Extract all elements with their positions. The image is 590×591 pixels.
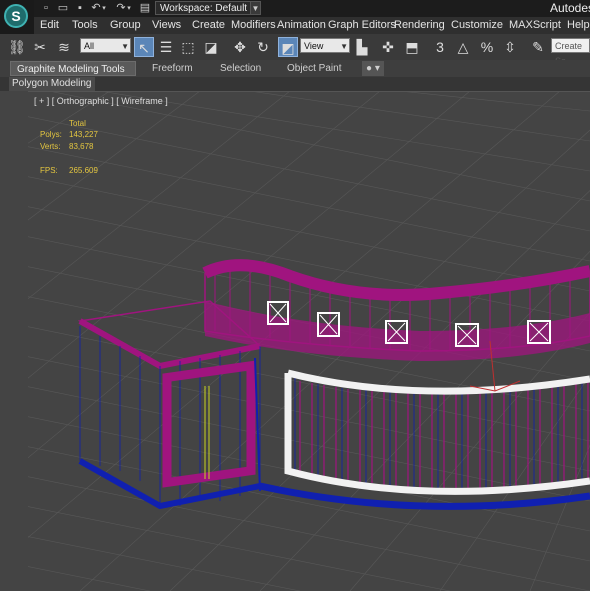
reference-coordinate-value: View — [304, 41, 324, 51]
menu-maxscript[interactable]: MAXScript — [509, 19, 561, 31]
graphite-ribbon: Graphite Modeling Tools Freeform Selecti… — [0, 60, 590, 77]
move-icon[interactable]: ✥ — [230, 37, 250, 57]
viewport-label[interactable]: [ + ] [ Orthographic ] [ Wireframe ] — [34, 96, 168, 106]
app-logo-button[interactable]: S — [0, 0, 34, 34]
save-icon[interactable]: ▪ — [72, 1, 88, 16]
verts-value: 83,678 — [69, 142, 94, 151]
bind-space-warp-icon[interactable]: ≋ — [54, 37, 74, 57]
polygon-modeling-panel[interactable]: Polygon Modeling — [9, 77, 95, 91]
verts-label: Verts: — [40, 142, 61, 151]
project-folder-icon[interactable]: ▤ — [137, 1, 153, 16]
redo-dropdown-icon[interactable]: ▾ — [125, 1, 133, 16]
reception-desk-model — [77, 259, 590, 510]
edit-named-selection-icon[interactable]: ✎ — [528, 37, 548, 57]
menu-create[interactable]: Create — [192, 19, 225, 31]
pivot-center-icon[interactable]: ▙ — [352, 37, 372, 57]
fps-label: FPS: — [40, 166, 58, 175]
link-icon[interactable]: ⛓ — [7, 37, 27, 57]
select-object-icon[interactable]: ↖ — [134, 37, 154, 57]
menu-graph-editors[interactable]: Graph Editors — [328, 19, 396, 31]
scale-icon[interactable]: ◩ — [278, 37, 298, 57]
upper-counter-top — [202, 259, 590, 301]
selection-filter-dropdown[interactable]: All ▼ — [80, 38, 131, 53]
menu-rendering[interactable]: Rendering — [394, 19, 445, 31]
fps-value: 265.609 — [69, 166, 98, 175]
viewport-canvas[interactable] — [28, 92, 590, 591]
polys-label: Polys: — [40, 130, 62, 139]
main-toolbar: ⛓ ✂ ≋ All ▼ ↖ ☰ ⬚ ◪ ✥ ↻ ◩ View ▼ ▙ ✜ ⬒ 3… — [0, 34, 590, 66]
keyboard-shortcut-override-icon[interactable]: ⬒ — [402, 37, 422, 57]
menu-bar: Edit Tools Group Views Create Modifiers … — [0, 17, 590, 34]
tab-selection[interactable]: Selection — [214, 61, 267, 76]
chevron-down-icon[interactable]: ▼ — [250, 1, 261, 15]
rotate-icon[interactable]: ↻ — [253, 37, 273, 57]
menu-animation[interactable]: Animation — [277, 19, 326, 31]
percent-snap-icon[interactable]: % — [477, 37, 497, 57]
app-title: Autodes — [550, 1, 590, 15]
menu-group[interactable]: Group — [110, 19, 141, 31]
ribbon-panel-bar: Polygon Modeling — [0, 77, 590, 91]
front-white-trim — [284, 369, 590, 495]
menu-edit[interactable]: Edit — [40, 19, 59, 31]
unlink-icon[interactable]: ✂ — [30, 37, 50, 57]
named-selection-input[interactable]: Create Se — [551, 38, 590, 66]
window-crossing-icon[interactable]: ◪ — [201, 37, 221, 57]
snaps-toggle-icon[interactable]: 3 — [430, 37, 450, 57]
angle-snap-icon[interactable]: △ — [453, 37, 473, 57]
open-file-icon[interactable]: ▭ — [55, 1, 71, 16]
tab-freeform[interactable]: Freeform — [146, 61, 199, 76]
new-file-icon[interactable]: ▫ — [38, 1, 54, 16]
selection-filter-value: All — [84, 41, 95, 51]
menu-customize[interactable]: Customize — [451, 19, 503, 31]
chevron-down-icon: ▼ — [340, 42, 348, 51]
select-by-name-icon[interactable]: ☰ — [156, 37, 176, 57]
reference-coordinate-dropdown[interactable]: View ▼ — [300, 38, 350, 53]
menu-modifiers[interactable]: Modifiers — [231, 19, 276, 31]
spinner-snap-icon[interactable]: ⇳ — [500, 37, 520, 57]
ribbon-options-icon: ● ▾ — [366, 63, 380, 74]
tab-object-paint[interactable]: Object Paint — [281, 61, 347, 76]
perspective-viewport[interactable] — [28, 91, 590, 591]
tab-graphite-modeling-tools[interactable]: Graphite Modeling Tools — [10, 61, 136, 76]
app-logo-icon: S — [4, 4, 28, 28]
menu-views[interactable]: Views — [152, 19, 181, 31]
workspace-dropdown[interactable]: Workspace: Default — [155, 1, 251, 15]
select-manipulate-icon[interactable]: ✜ — [378, 37, 398, 57]
polys-value: 143,227 — [69, 130, 98, 139]
menu-tools[interactable]: Tools — [72, 19, 98, 31]
menu-help[interactable]: Help — [567, 19, 590, 31]
svg-text:S: S — [11, 8, 20, 24]
chevron-down-icon: ▼ — [121, 42, 129, 51]
ribbon-options-button[interactable]: ● ▾ — [362, 61, 384, 76]
undo-dropdown-icon[interactable]: ▾ — [100, 1, 108, 16]
title-bar: S ▫ ▭ ▪ ↶ ▾ ↷ ▾ ▤ Workspace: Default ▼ A… — [0, 0, 590, 34]
stats-header: Total — [69, 119, 86, 128]
rectangular-selection-icon[interactable]: ⬚ — [178, 37, 198, 57]
